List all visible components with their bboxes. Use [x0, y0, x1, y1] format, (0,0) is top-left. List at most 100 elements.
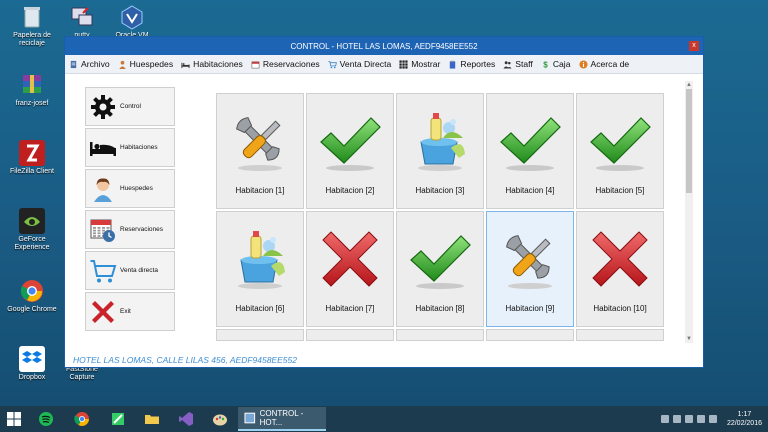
room-tile[interactable] — [396, 329, 484, 341]
room-tile[interactable]: Habitacion [2] — [306, 93, 394, 209]
scroll-thumb[interactable] — [686, 89, 692, 193]
nav-button-control[interactable]: Control — [85, 87, 175, 126]
person-icon — [88, 174, 118, 204]
menu-habitaciones[interactable]: Habitaciones — [181, 59, 243, 69]
green-check-icon — [587, 108, 653, 174]
people-icon — [503, 60, 512, 69]
room-tile[interactable] — [486, 329, 574, 341]
network-icon[interactable] — [672, 415, 681, 423]
room-tile[interactable]: Habitacion [6] — [216, 211, 304, 327]
nav-button-reservaciones[interactable]: Reservaciones — [85, 210, 175, 249]
desktop-icon-nvidia[interactable]: GeForce Experience — [4, 208, 60, 252]
notification-icon[interactable] — [708, 415, 717, 423]
calendar-icon — [251, 60, 260, 69]
volume-icon[interactable] — [684, 415, 693, 423]
room-tile[interactable]: Habitacion [3] — [396, 93, 484, 209]
desktop-icon-faststone[interactable]: FastStone Capture — [54, 366, 110, 382]
room-tile[interactable] — [576, 329, 664, 341]
menu-acerca-de[interactable]: Acerca de — [578, 59, 629, 69]
room-tile[interactable] — [216, 329, 304, 341]
menu-bar: Archivo Huespedes Habitaciones Reservacione… — [65, 55, 703, 74]
desktop-icon-filezilla[interactable]: FileZilla Client — [4, 140, 60, 176]
desktop-icon-chrome[interactable]: Google Chrome — [4, 278, 60, 314]
visual-studio-icon — [179, 412, 193, 426]
green-check-icon — [407, 226, 473, 292]
room-tile[interactable]: Habitacion [1] — [216, 93, 304, 209]
room-tile[interactable]: Habitacion [4] — [486, 93, 574, 209]
window-titlebar[interactable]: CONTROL - HOTEL LAS LOMAS, AEDF9458EE552… — [65, 37, 703, 55]
app-window-icon — [244, 412, 256, 424]
paint-icon — [213, 414, 227, 426]
virtualbox-icon — [119, 4, 145, 30]
nav-button-huespedes[interactable]: Huespedes — [85, 169, 175, 208]
room-grid: Habitacion [1] Habitacion [2] Habitacion [… — [216, 93, 684, 345]
desktop-icon-dropbox[interactable]: Dropbox — [4, 346, 60, 382]
taskbar-chrome[interactable] — [70, 409, 94, 429]
winrar-icon — [19, 72, 45, 98]
taskbar-file-explorer[interactable] — [140, 409, 164, 429]
start-button[interactable] — [2, 409, 26, 429]
menu-reservaciones[interactable]: Reservaciones — [251, 59, 320, 69]
menu-caja[interactable]: $ Caja — [541, 59, 570, 69]
folder-icon — [145, 415, 159, 424]
putty-icon — [69, 4, 95, 30]
chrome-icon — [74, 412, 89, 426]
battery-icon[interactable] — [696, 415, 705, 423]
gear-icon — [88, 92, 118, 122]
desktop-icon-recycle-bin[interactable]: Papelera de reciclaje — [4, 4, 60, 48]
spotify-icon — [39, 412, 53, 426]
dropbox-icon — [19, 346, 45, 372]
cleaning-supplies-icon — [227, 226, 293, 292]
clock[interactable]: 1:17 22/02/2016 — [727, 410, 762, 428]
app-window: CONTROL - HOTEL LAS LOMAS, AEDF9458EE552… — [64, 36, 704, 368]
red-x-icon — [88, 297, 118, 327]
dollar-icon: $ — [541, 60, 550, 68]
scroll-down-icon[interactable]: ▼ — [685, 335, 693, 343]
taskbar-active-window[interactable]: CONTROL - HOT... — [238, 407, 326, 431]
room-tile[interactable]: Habitacion [10] — [576, 211, 664, 327]
window-close-button[interactable]: x — [689, 41, 699, 51]
menu-staff[interactable]: Staff — [503, 59, 533, 69]
vertical-scrollbar[interactable]: ▲ ▼ — [685, 81, 693, 343]
wrench-screwdriver-icon — [497, 226, 563, 292]
bed-icon — [88, 133, 118, 163]
menu-archivo[interactable]: Archivo — [69, 59, 110, 69]
taskbar-tools[interactable] — [106, 409, 130, 429]
nvidia-icon — [19, 208, 45, 234]
green-check-icon — [497, 108, 563, 174]
hotel-footer-text: HOTEL LAS LOMAS, CALLE LILAS 456, AEDF94… — [73, 355, 297, 365]
menu-huespedes[interactable]: Huespedes — [118, 59, 173, 69]
grid-icon — [399, 59, 408, 69]
taskbar-visual-studio[interactable] — [174, 409, 198, 429]
desktop-icon-winrar[interactable]: franz-josef — [4, 72, 60, 108]
menu-reportes[interactable]: Reportes — [448, 59, 495, 69]
room-tile[interactable]: Habitacion [9] — [486, 211, 574, 327]
document-icon — [69, 60, 78, 69]
recycle-bin-icon — [19, 4, 45, 30]
cart-icon — [88, 256, 118, 286]
taskbar-spotify[interactable] — [34, 409, 58, 429]
bed-icon — [181, 60, 190, 69]
scroll-up-icon[interactable]: ▲ — [685, 81, 693, 89]
left-nav: Control Habitaciones Huespedes Reservacione… — [85, 87, 177, 333]
nav-button-exit[interactable]: Exit — [85, 292, 175, 331]
room-tile[interactable] — [306, 329, 394, 341]
desktop-icon-virtualbox[interactable]: Oracle VM — [104, 4, 160, 40]
room-tile[interactable]: Habitacion [8] — [396, 211, 484, 327]
filezilla-icon — [19, 140, 45, 166]
room-tile[interactable]: Habitacion [7] — [306, 211, 394, 327]
info-icon — [578, 59, 588, 69]
red-x-icon — [587, 226, 653, 292]
nav-button-habitaciones[interactable]: Habitaciones — [85, 128, 175, 167]
desktop-icon-putty[interactable]: putty — [54, 4, 110, 40]
room-tile[interactable]: Habitacion [5] — [576, 93, 664, 209]
taskbar-paint[interactable] — [208, 409, 232, 429]
menu-venta-directa[interactable]: Venta Directa — [328, 59, 391, 69]
menu-mostrar[interactable]: Mostrar — [399, 59, 440, 69]
flag-icon[interactable] — [660, 415, 669, 423]
tools-icon — [112, 413, 124, 425]
nav-button-venta-directa[interactable]: Venta directa — [85, 251, 175, 290]
taskbar: CONTROL - HOT... 1:17 22/02/2016 — [0, 406, 768, 432]
calendar-icon — [88, 215, 118, 245]
cart-icon — [328, 60, 337, 69]
